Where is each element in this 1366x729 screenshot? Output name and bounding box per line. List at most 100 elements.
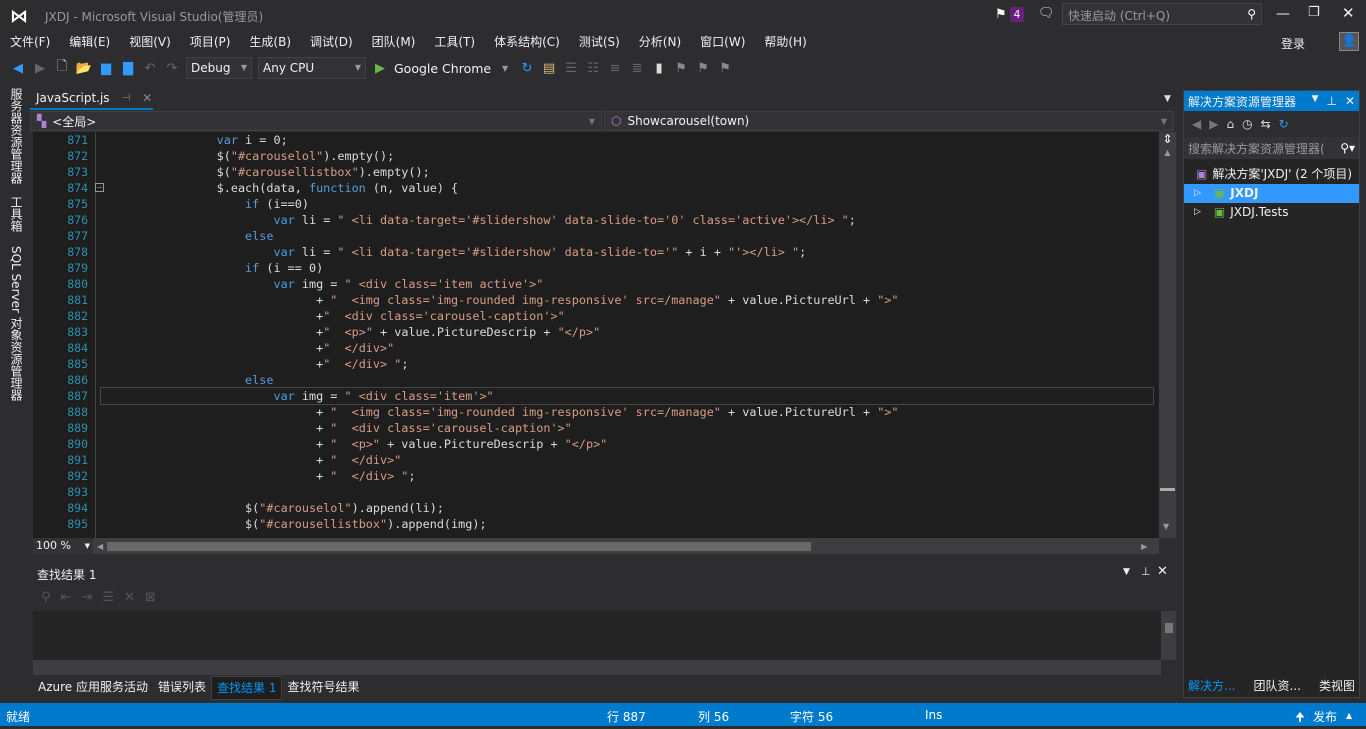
- minimize-button[interactable]: —: [1276, 6, 1290, 22]
- menu-item[interactable]: 测试(S): [569, 32, 629, 52]
- split-icon[interactable]: ⇕: [1159, 132, 1176, 148]
- zoom-dropdown[interactable]: 100 % ▼: [33, 538, 93, 554]
- save-icon[interactable]: ▆: [98, 60, 114, 76]
- tab-class-view[interactable]: 类视图: [1319, 677, 1355, 694]
- back-icon[interactable]: ◀: [1192, 117, 1201, 131]
- project-node[interactable]: ▷ ▣ JXDJ.Tests: [1184, 203, 1359, 222]
- run-icon[interactable]: ▶: [372, 60, 388, 76]
- pending-changes-icon[interactable]: ◷: [1242, 117, 1252, 131]
- clear-bookmarks-icon[interactable]: ⚑: [717, 60, 733, 76]
- run-target-button[interactable]: Google Chrome: [394, 61, 491, 76]
- configuration-dropdown[interactable]: Debug ▼: [186, 57, 252, 79]
- back-icon[interactable]: ◀: [10, 60, 26, 76]
- find-results-list[interactable]: [33, 611, 1161, 660]
- expand-icon[interactable]: ▷: [1194, 184, 1201, 203]
- menu-item[interactable]: 体系结构(C): [484, 32, 569, 52]
- bottom-tab[interactable]: Azure 应用服务活动: [33, 676, 153, 700]
- open-file-icon[interactable]: 📂: [76, 60, 92, 76]
- comment-icon[interactable]: ☰: [563, 60, 579, 76]
- delete-icon[interactable]: ✕: [124, 590, 135, 605]
- stop-find-icon[interactable]: ⊠: [145, 590, 156, 605]
- editor-vertical-scrollbar[interactable]: ⇕ ▲ ▼: [1159, 132, 1176, 538]
- feedback-icon[interactable]: 🗨: [1038, 6, 1055, 21]
- scroll-down-icon[interactable]: ▼: [1163, 522, 1169, 531]
- refresh-browser-icon[interactable]: ↻: [519, 60, 535, 76]
- next-result-icon[interactable]: ⇥: [81, 590, 92, 605]
- close-panel-icon[interactable]: ✕: [1345, 94, 1355, 108]
- horizontal-scroll-thumb[interactable]: [107, 541, 812, 551]
- sign-in-link[interactable]: 登录: [1281, 35, 1305, 52]
- menu-item[interactable]: 帮助(H): [754, 32, 815, 52]
- solution-node[interactable]: ▣ 解决方案'JXDJ' (2 个项目): [1184, 165, 1359, 184]
- menu-item[interactable]: 窗口(W): [690, 32, 754, 52]
- save-all-icon[interactable]: ▇: [120, 60, 136, 76]
- solution-search-input[interactable]: 搜索解决方案资源管理器( ⚲▾: [1184, 137, 1359, 159]
- outdent-icon[interactable]: ≡: [607, 60, 623, 76]
- bottom-tab[interactable]: 错误列表: [153, 676, 211, 700]
- document-tab-javascript[interactable]: JavaScript.js ⊣ ✕: [30, 88, 153, 110]
- home-icon[interactable]: ⌂: [1226, 117, 1234, 131]
- member-dropdown[interactable]: ⬡ Showcarousel(town) ▼: [604, 111, 1174, 131]
- find-in-files-icon[interactable]: ▤: [541, 60, 557, 76]
- chevron-down-icon[interactable]: ▼: [497, 60, 513, 76]
- menu-item[interactable]: 调试(D): [300, 32, 362, 52]
- menu-item[interactable]: 分析(N): [629, 32, 690, 52]
- menu-item[interactable]: 编辑(E): [59, 32, 119, 52]
- next-bookmark-icon[interactable]: ⚑: [695, 60, 711, 76]
- uncomment-icon[interactable]: ☷: [585, 60, 601, 76]
- undo-icon[interactable]: ↶: [142, 60, 158, 76]
- pin-icon[interactable]: ⊥: [1141, 565, 1151, 578]
- chevron-up-icon[interactable]: ▲: [1346, 711, 1352, 720]
- scroll-right-icon[interactable]: ▶: [1141, 542, 1147, 551]
- notification-badge[interactable]: 4: [1010, 7, 1024, 22]
- sql-server-object-explorer-tab[interactable]: SQL Server 对象资源管理器: [8, 246, 25, 401]
- close-panel-icon[interactable]: ✕: [1157, 564, 1168, 579]
- clear-all-icon[interactable]: ☰: [102, 590, 114, 605]
- menu-item[interactable]: 生成(B): [239, 32, 300, 52]
- close-button[interactable]: ✕: [1342, 4, 1355, 22]
- close-tab-icon[interactable]: ✕: [142, 91, 152, 105]
- toolbox-tab[interactable]: 工具箱: [8, 196, 25, 232]
- pin-icon[interactable]: ⊣: [122, 93, 131, 104]
- restore-button[interactable]: ❐: [1308, 5, 1320, 20]
- code-editor[interactable]: 871 872 873 874 875 876 877 878 879 880 881 882 883 8…: [33, 132, 1159, 538]
- refresh-icon[interactable]: ↻: [1279, 117, 1289, 131]
- previous-result-icon[interactable]: ⇤: [61, 590, 72, 605]
- redo-icon[interactable]: ↷: [164, 60, 180, 76]
- find-vertical-scrollbar[interactable]: [1161, 611, 1176, 660]
- publish-button[interactable]: 发布: [1313, 708, 1337, 725]
- scroll-thumb[interactable]: [1165, 623, 1173, 633]
- tab-solution-explorer[interactable]: 解决方...: [1188, 677, 1235, 694]
- menu-item[interactable]: 工具(T): [424, 32, 484, 52]
- scroll-thumb[interactable]: [1160, 488, 1175, 491]
- notification-flag-icon[interactable]: ⚑: [995, 7, 1007, 22]
- go-to-location-icon[interactable]: ⚲: [41, 590, 51, 605]
- new-project-icon[interactable]: 🗋: [54, 59, 70, 76]
- sync-icon[interactable]: ⇆: [1261, 117, 1271, 131]
- scroll-left-icon[interactable]: ◀: [97, 542, 103, 551]
- forward-icon[interactable]: ▶: [1209, 117, 1218, 131]
- bookmark-icon[interactable]: ▮: [651, 60, 667, 76]
- menu-item[interactable]: 视图(V): [119, 32, 180, 52]
- forward-icon[interactable]: ▶: [32, 60, 48, 76]
- tab-overflow-icon[interactable]: ▼: [1164, 94, 1171, 104]
- panel-menu-icon[interactable]: ▼: [1123, 567, 1130, 577]
- bottom-tab[interactable]: 查找结果 1: [211, 676, 283, 700]
- pin-icon[interactable]: ⊥: [1326, 94, 1336, 108]
- find-horizontal-scrollbar[interactable]: [33, 660, 1161, 675]
- platform-dropdown[interactable]: Any CPU ▼: [258, 57, 366, 79]
- menu-item[interactable]: 项目(P): [180, 32, 240, 52]
- expand-icon[interactable]: ▷: [1194, 203, 1201, 222]
- indent-icon[interactable]: ≣: [629, 60, 645, 76]
- menu-item[interactable]: 文件(F): [0, 32, 59, 52]
- quick-launch-input[interactable]: 快速启动 (Ctrl+Q) ⚲: [1062, 3, 1262, 25]
- prev-bookmark-icon[interactable]: ⚑: [673, 60, 689, 76]
- panel-menu-icon[interactable]: ▼: [1312, 94, 1319, 108]
- tab-team-explorer[interactable]: 团队资...: [1253, 677, 1300, 694]
- scroll-up-icon[interactable]: ▲: [1159, 148, 1176, 157]
- menu-item[interactable]: 团队(M): [362, 32, 425, 52]
- bottom-tab[interactable]: 查找符号结果: [282, 676, 364, 700]
- account-avatar-icon[interactable]: 👤: [1339, 32, 1359, 51]
- scope-dropdown[interactable]: ▚ <全局> ▼: [30, 111, 602, 131]
- server-explorer-tab[interactable]: 服务器资源管理器: [8, 88, 25, 184]
